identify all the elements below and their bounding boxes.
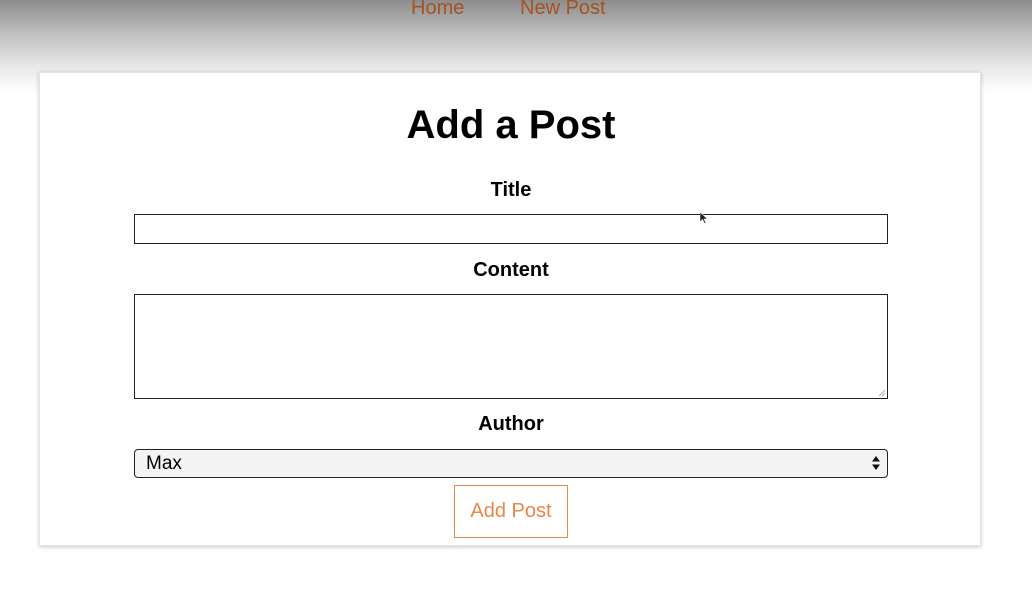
updown-arrows-icon	[872, 456, 880, 470]
add-post-button[interactable]: Add Post	[454, 485, 568, 538]
content-label: Content	[473, 259, 549, 281]
content-textarea[interactable]	[134, 294, 888, 399]
resize-grip-icon[interactable]	[878, 389, 885, 396]
nav-link-new-post[interactable]: New Post	[520, 0, 606, 22]
title-label: Title	[490, 179, 532, 201]
title-input[interactable]	[134, 214, 888, 244]
author-select-value: Max	[146, 453, 182, 474]
main-nav: Home New Post	[0, 0, 1032, 24]
add-post-card: Add a Post Title Content Author Max Add …	[39, 72, 981, 546]
author-select[interactable]: Max	[134, 449, 888, 478]
mouse-cursor-icon	[700, 212, 708, 224]
page-title: Add a Post	[406, 103, 616, 147]
author-label: Author	[478, 413, 544, 435]
nav-link-home[interactable]: Home	[411, 0, 464, 22]
